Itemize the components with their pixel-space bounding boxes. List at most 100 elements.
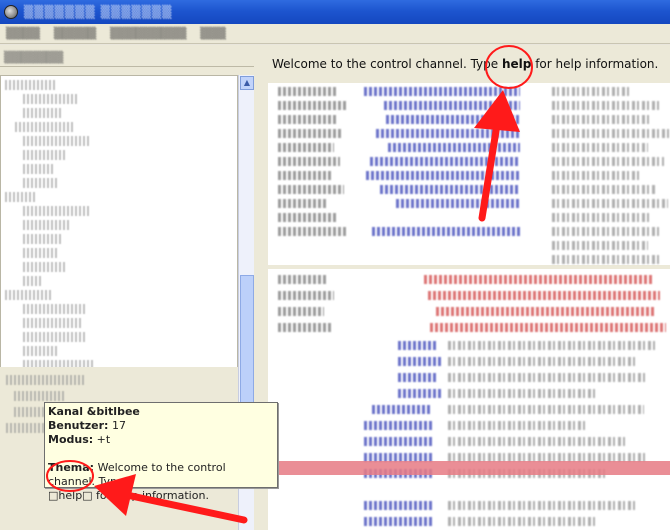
nick[interactable] [398,373,436,382]
nick[interactable] [384,101,520,110]
tree-row[interactable] [23,304,87,314]
tree-row[interactable] [23,262,67,272]
chat-pane: Welcome to the control channel. Type hel… [258,45,670,530]
menu-item-4[interactable]: ▒▒▒ [200,27,225,40]
msg [448,389,598,398]
tooltip-channel: Kanal &bitlbee [48,405,140,418]
tree-row[interactable] [23,136,91,146]
nick[interactable] [386,115,520,124]
nick[interactable] [278,157,340,166]
nick[interactable] [398,341,438,350]
tree-row[interactable] [23,234,63,244]
topic-prefix: Welcome to the control channel. Type [272,57,502,71]
tree-row[interactable] [23,318,81,328]
msg [552,185,656,194]
menu-item-3[interactable]: ▒▒▒▒▒▒▒▒▒ [110,27,186,40]
msg [448,501,638,510]
msg [448,421,588,430]
nick[interactable] [430,323,666,332]
tree-row[interactable] [23,346,59,356]
msg [552,115,652,124]
msg [552,199,668,208]
msg [448,437,628,446]
msg [448,373,648,382]
channel-topic: Welcome to the control channel. Type hel… [264,53,664,75]
nick[interactable] [364,421,434,430]
tree-row[interactable] [6,375,86,385]
nick[interactable] [278,307,324,316]
nick[interactable] [278,129,342,138]
nick[interactable] [424,275,654,284]
tree-row[interactable] [5,80,55,90]
tree-row[interactable] [23,108,63,118]
msg [552,101,662,110]
tree-row[interactable] [15,122,75,132]
msg [552,143,648,152]
tooltip-modes: Modus: +t [48,433,111,446]
tree-row[interactable] [5,192,35,202]
nick[interactable] [398,389,442,398]
msg [552,129,670,138]
nick[interactable] [278,227,348,236]
tree-row[interactable] [23,94,79,104]
nick[interactable] [428,291,660,300]
nick[interactable] [278,291,334,300]
nick[interactable] [278,87,338,96]
msg [552,157,664,166]
nick[interactable] [372,405,432,414]
msg [552,87,632,96]
nick[interactable] [388,143,520,152]
nick[interactable] [278,323,332,332]
tree-row[interactable] [23,164,53,174]
tree-row[interactable] [23,248,57,258]
title-bar: ▒▒▒▒▒▒▒ ▒▒▒▒▒▒▒ [0,0,670,24]
msg [448,341,658,350]
tree-row[interactable] [23,178,59,188]
menu-bar: ▒▒▒▒ ▒▒▒▒▒ ▒▒▒▒▒▒▒▒▒ ▒▒▒ [0,24,670,44]
arrow-up-icon[interactable]: ▲ [240,76,254,90]
nick[interactable] [364,87,520,96]
nick[interactable] [278,275,328,284]
msg [552,255,660,264]
menu-item-2[interactable]: ▒▒▒▒▒ [54,27,96,40]
tree-row[interactable] [23,220,69,230]
highlighted-message-row[interactable] [268,461,670,475]
nick[interactable] [396,199,520,208]
nick[interactable] [278,143,334,152]
nick[interactable] [278,185,344,194]
nick[interactable] [278,101,348,110]
msg [552,227,662,236]
tree-header: ▒▒▒▒▒▒▒ [0,49,254,67]
topic-suffix: for help information. [531,57,659,71]
nick[interactable] [364,501,434,510]
tree-row[interactable] [14,391,64,401]
nick[interactable] [366,171,520,180]
nick[interactable] [364,437,434,446]
tree-row[interactable] [23,150,67,160]
tooltip-users: Benutzer: 17 [48,419,126,432]
nick[interactable] [278,171,332,180]
msg [552,241,648,250]
menu-item-1[interactable]: ▒▒▒▒ [6,27,40,40]
tooltip-topic-line2: □help□ for help information. [48,489,209,502]
tree-row[interactable] [6,423,46,433]
app-icon[interactable] [4,5,18,19]
tree-row[interactable] [23,206,89,216]
tree-row[interactable] [23,276,43,286]
nick[interactable] [380,185,520,194]
nick[interactable] [278,213,336,222]
nick[interactable] [372,227,520,236]
nick[interactable] [436,307,656,316]
chat-log[interactable] [268,269,670,530]
channel-tooltip: Kanal &bitlbee Benutzer: 17 Modus: +t Th… [44,402,278,502]
nick[interactable] [376,129,520,138]
nick[interactable] [370,157,520,166]
nick[interactable] [398,357,442,366]
userlist-area[interactable] [268,83,670,265]
tree-row[interactable] [5,290,53,300]
topic-keyword: help [501,57,532,71]
nick[interactable] [364,517,434,526]
nick[interactable] [278,199,326,208]
tree-row[interactable] [23,332,85,342]
nick[interactable] [278,115,336,124]
